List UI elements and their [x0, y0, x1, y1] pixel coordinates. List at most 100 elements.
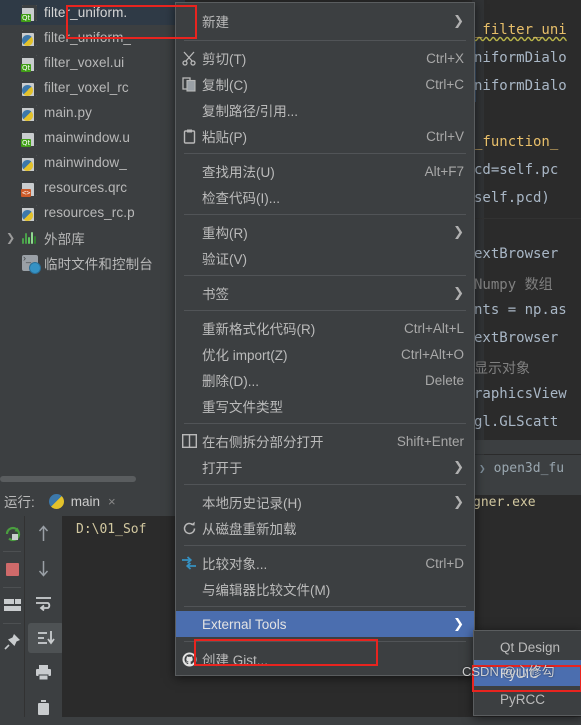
menu-item[interactable]: 在右侧拆分部分打开 Shift+Enter: [176, 428, 474, 454]
code-line: niformDialo: [474, 78, 567, 94]
layout-icon[interactable]: [0, 588, 24, 623]
qt-ui-file-icon: [21, 54, 38, 72]
tree-row[interactable]: resources_rc.p: [0, 200, 185, 225]
menu-item[interactable]: 验证(V): [176, 245, 474, 271]
tree-row[interactable]: 临时文件和控制台: [0, 250, 185, 275]
tree-row-label: filter_voxel_rc: [44, 80, 129, 95]
qt-ui-file-icon: [21, 129, 38, 147]
close-icon[interactable]: ×: [108, 494, 116, 509]
tree-row[interactable]: filter_uniform_: [0, 25, 185, 50]
menu-item[interactable]: 优化 import(Z) Ctrl+Alt+O: [176, 341, 474, 367]
menu-item[interactable]: 本地历史记录(H) ❯: [176, 489, 474, 515]
menu-item[interactable]: 打开于 ❯: [176, 454, 474, 480]
menu-item[interactable]: 与编辑器比较文件(M): [176, 576, 474, 602]
tree-row[interactable]: ❯ 外部库: [0, 225, 185, 250]
menu-item-label: 剪切(T): [202, 52, 247, 67]
up-arrow-icon[interactable]: [25, 516, 61, 551]
menu-item[interactable]: 重写文件类型: [176, 393, 474, 419]
split-view-icon: [176, 434, 202, 448]
copy-icon: [176, 76, 202, 92]
menu-item[interactable]: 新建 ❯: [176, 6, 474, 36]
menu-item[interactable]: 书签 ❯: [176, 280, 474, 306]
tree-row[interactable]: resources.qrc: [0, 175, 185, 200]
menu-item-label: 与编辑器比较文件(M): [202, 583, 331, 598]
menu-item-label: 重构(R): [202, 226, 248, 241]
python-icon: [48, 493, 64, 509]
tree-row[interactable]: filter_uniform.: [0, 0, 185, 25]
project-tree-panel[interactable]: filter_uniform. filter_uniform_ filter_vox…: [0, 0, 185, 472]
tree-row[interactable]: mainwindow_: [0, 150, 185, 175]
rerun-icon[interactable]: [0, 516, 24, 551]
tree-row-label: filter_uniform_: [44, 30, 132, 45]
run-window-label: 运行:: [4, 495, 35, 510]
menu-separator: [184, 153, 466, 154]
chevron-right-icon[interactable]: ❯: [6, 231, 15, 244]
tree-row-label: 外部库: [44, 231, 85, 247]
print-icon[interactable]: [25, 655, 61, 690]
pin-icon[interactable]: [0, 624, 24, 659]
menu-item[interactable]: 复制(C) Ctrl+C: [176, 71, 474, 97]
menu-item[interactable]: 删除(D)... Delete: [176, 367, 474, 393]
submenu-item-label: PyRCC: [500, 691, 546, 707]
menu-separator: [184, 310, 466, 311]
menu-item-label: 检查代码(I)...: [202, 191, 280, 206]
code-line: _function_: [474, 134, 559, 150]
tree-row-label: resources_rc.p: [44, 205, 135, 220]
run-console-toolbar[interactable]: [25, 516, 64, 717]
menu-item[interactable]: 重构(R) ❯: [176, 219, 474, 245]
menu-item-label: 重写文件类型: [202, 400, 283, 415]
scrollbar-thumb[interactable]: [0, 476, 136, 482]
menu-item[interactable]: 粘贴(P) Ctrl+V: [176, 123, 474, 149]
tree-row-label: filter_voxel.ui: [44, 55, 125, 70]
editor-h-divider-1: [473, 218, 581, 219]
project-tree-hscrollbar[interactable]: [0, 472, 185, 486]
tree-row[interactable]: main.py: [0, 100, 185, 125]
menu-item-label: 查找用法(U): [202, 165, 275, 180]
menu-separator: [184, 545, 466, 546]
menu-item[interactable]: External Tools ❯: [176, 611, 474, 637]
tree-row[interactable]: filter_voxel_rc: [0, 75, 185, 100]
submenu-item[interactable]: Qt Design: [474, 634, 581, 660]
tree-row[interactable]: mainwindow.u: [0, 125, 185, 150]
code-line: Numpy 数组: [474, 277, 553, 293]
run-tab-label: main: [70, 493, 101, 509]
menu-item-shortcut: Delete: [424, 372, 464, 388]
menu-item[interactable]: 重新格式化代码(R) Ctrl+Alt+L: [176, 315, 474, 341]
menu-item[interactable]: 从磁盘重新加载: [176, 515, 474, 541]
menu-item-label: 优化 import(Z): [202, 348, 288, 363]
trash-icon[interactable]: [25, 690, 61, 725]
stop-icon[interactable]: [0, 552, 24, 587]
down-arrow-icon[interactable]: [25, 551, 61, 586]
run-tool-window[interactable]: 运行: main × D:\01_Sof: [0, 486, 185, 717]
python-file-icon: [22, 29, 38, 46]
menu-item-label: 验证(V): [202, 252, 247, 267]
menu-item-label: 创建 Gist...: [202, 653, 269, 668]
menu-separator: [184, 484, 466, 485]
menu-item[interactable]: 复制路径/引用...: [176, 97, 474, 123]
soft-wrap-icon[interactable]: [25, 586, 61, 621]
code-line: _filter_uni: [474, 22, 567, 38]
scroll-to-end-icon[interactable]: [28, 623, 64, 653]
menu-item[interactable]: 比较对象... Ctrl+D: [176, 550, 474, 576]
open3d-function-row[interactable]: ❯ open3d_fu: [473, 455, 581, 481]
menu-item-label: 复制路径/引用...: [202, 104, 299, 119]
run-tab-main[interactable]: main ×: [48, 493, 116, 509]
submenu-item[interactable]: PyRCC: [474, 686, 581, 712]
file-context-menu[interactable]: 新建 ❯ 剪切(T) Ctrl+X 复制(C) Ctrl+C 复制路径/引用... 粘贴(P)…: [175, 2, 475, 676]
run-left-toolbar[interactable]: [0, 516, 25, 717]
menu-separator: [184, 214, 466, 215]
chevron-right-icon: ❯: [453, 494, 464, 509]
menu-item[interactable]: 创建 Gist...: [176, 646, 474, 672]
menu-item[interactable]: 检查代码(I)...: [176, 184, 474, 210]
menu-item[interactable]: 查找用法(U) Alt+F7: [176, 158, 474, 184]
tree-row[interactable]: filter_voxel.ui: [0, 50, 185, 75]
menu-item-shortcut: Ctrl+C: [425, 76, 464, 92]
external-libraries-icon: [22, 230, 38, 246]
tree-row-label: filter_uniform.: [44, 5, 128, 20]
run-console-output: D:\01_Sof: [62, 516, 185, 717]
python-file-icon: [22, 204, 38, 221]
menu-item-label: 书签: [202, 287, 229, 302]
menu-item[interactable]: 剪切(T) Ctrl+X: [176, 45, 474, 71]
menu-item-label: 删除(D)...: [202, 374, 259, 389]
editor-console-output: gner.exe: [473, 495, 536, 510]
